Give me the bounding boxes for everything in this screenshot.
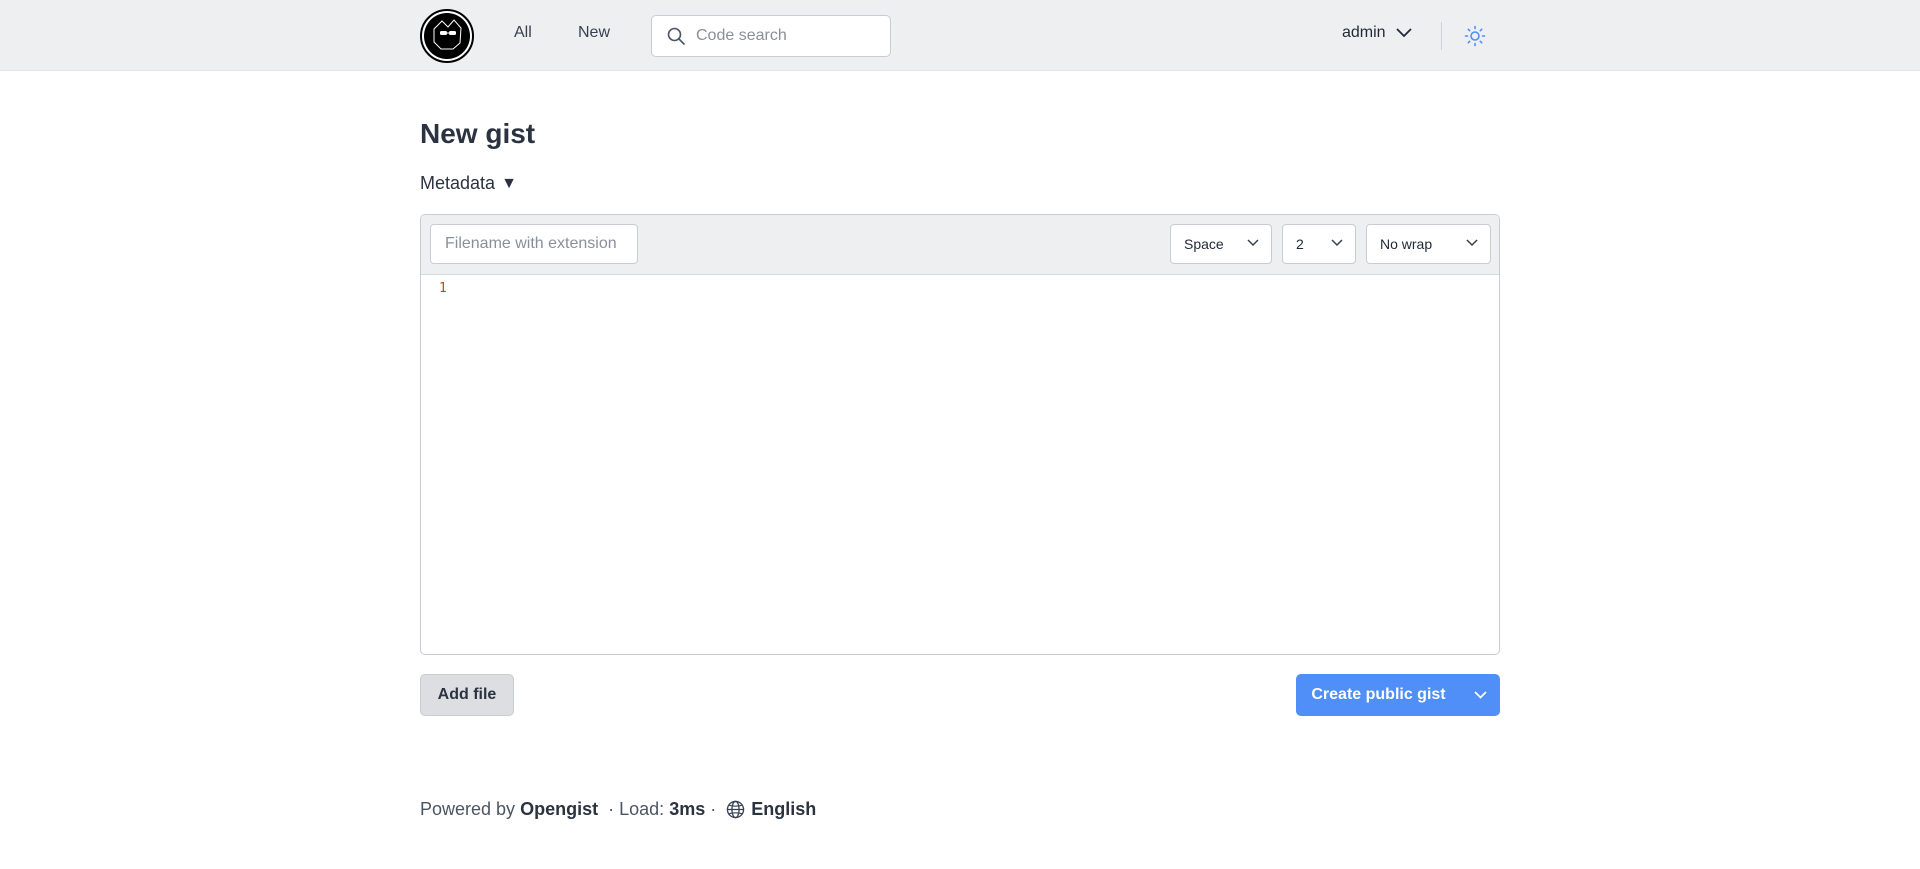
create-gist-button-group: Create public gist — [1296, 674, 1500, 716]
chevron-down-icon — [1395, 28, 1412, 38]
load-label: Load: — [619, 799, 665, 819]
code-editor-area[interactable]: 1 — [421, 275, 1499, 654]
user-menu[interactable]: admin — [1342, 24, 1412, 42]
nav-new-link[interactable]: New — [578, 24, 610, 42]
search-input[interactable] — [696, 27, 886, 45]
footer: Powered by Opengist · Load: 3ms · Englis… — [420, 799, 816, 820]
username: admin — [1342, 24, 1386, 41]
header-divider — [1441, 22, 1442, 50]
chevron-down-icon — [1474, 691, 1487, 699]
caret-down-icon: ▼ — [501, 174, 517, 192]
wrap-select[interactable]: No wrap — [1366, 224, 1491, 264]
editor-toolbar: Space 2 No wrap — [421, 215, 1499, 275]
chevron-down-icon — [1466, 239, 1478, 247]
powered-by-text: Powered by — [420, 799, 516, 819]
file-editor: Space 2 No wrap 1 — [420, 214, 1500, 655]
opengist-logo[interactable] — [420, 9, 474, 63]
indent-style-value: Space — [1184, 236, 1224, 252]
load-value: 3ms — [669, 799, 706, 819]
language-selector[interactable]: English — [726, 799, 816, 820]
chevron-down-icon — [1331, 239, 1343, 247]
filename-input[interactable] — [430, 224, 638, 264]
opengist-link[interactable]: Opengist — [520, 799, 598, 820]
create-public-gist-button[interactable]: Create public gist — [1296, 674, 1461, 716]
chevron-down-icon — [1247, 239, 1259, 247]
sun-icon[interactable] — [1463, 24, 1487, 48]
metadata-toggle[interactable]: Metadata ▼ — [420, 173, 517, 194]
add-file-button[interactable]: Add file — [420, 674, 514, 716]
indent-style-select[interactable]: Space — [1170, 224, 1272, 264]
nav-all-link[interactable]: All — [514, 24, 532, 42]
page-title: New gist — [420, 118, 536, 149]
metadata-label: Metadata — [420, 173, 496, 193]
language-label: English — [751, 799, 817, 819]
code-search[interactable] — [651, 15, 891, 57]
globe-icon — [727, 800, 745, 819]
indent-size-value: 2 — [1296, 236, 1304, 252]
line-number: 1 — [439, 281, 447, 296]
top-header: All New admin — [0, 0, 1920, 71]
wrap-value: No wrap — [1380, 236, 1433, 252]
search-icon — [667, 27, 685, 45]
indent-size-select[interactable]: 2 — [1282, 224, 1356, 264]
create-options-dropdown[interactable] — [1461, 674, 1500, 716]
